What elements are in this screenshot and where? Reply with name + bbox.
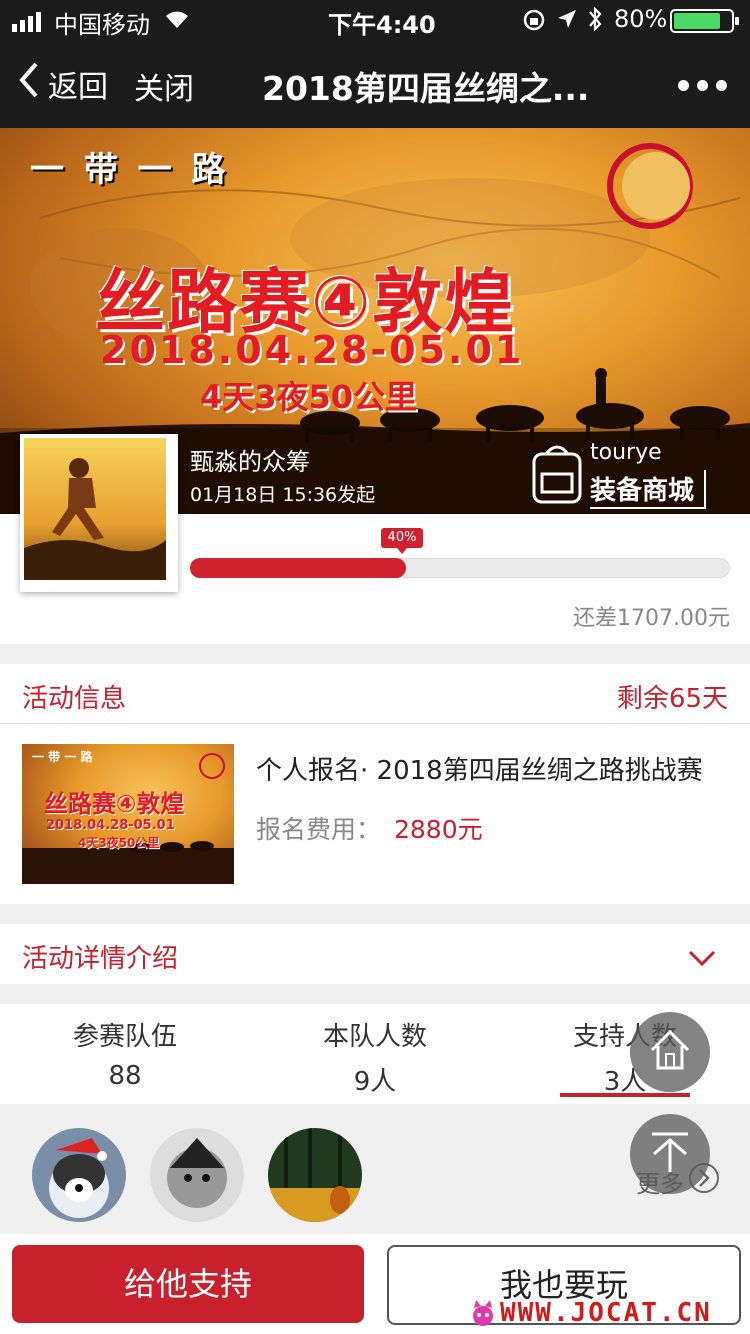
- stat-teams[interactable]: 参赛队伍 88: [0, 1016, 250, 1091]
- raiser-name: 甄淼的众筹: [190, 448, 310, 476]
- clock: 下午4:40: [328, 11, 436, 39]
- supporter-avatar[interactable]: [32, 1128, 126, 1222]
- equipment-shop-link[interactable]: tourye 装备商城: [528, 440, 732, 510]
- dot-icon: [678, 80, 689, 91]
- close-button[interactable]: 关闭: [134, 64, 194, 108]
- watermark-text: WWW.JOCAT.CN: [500, 1298, 712, 1328]
- back-button[interactable]: 返回: [18, 62, 108, 106]
- thumb-slogan: 一 带 一 路: [32, 750, 93, 764]
- backpack-icon: [528, 440, 586, 510]
- activity-details-toggle[interactable]: 活动详情介绍: [0, 924, 750, 984]
- raiser-avatar-frame: [20, 434, 178, 592]
- stat-supporters[interactable]: 支持人数 3人: [500, 1016, 750, 1098]
- fee-label: 报名费用：: [256, 815, 382, 844]
- activity-thumbnail: 一 带 一 路 丝路赛④敦煌 2018.04.28-05.01 4天3夜50公里: [22, 744, 234, 884]
- stat-label: 参赛队伍: [72, 1022, 177, 1052]
- shop-brand: tourye: [590, 440, 662, 465]
- details-title: 活动详情介绍: [22, 944, 179, 974]
- thumb-headline: 丝路赛④敦煌: [44, 790, 185, 818]
- arrow-up-icon: [648, 1130, 692, 1178]
- thumb-date: 2018.04.28-05.01: [46, 818, 175, 833]
- progress-percent-tag: 40%: [381, 528, 423, 554]
- more-menu-button[interactable]: [678, 80, 727, 91]
- stat-team-members[interactable]: 本队人数 9人: [250, 1016, 500, 1098]
- shop-label: 装备商城: [590, 470, 707, 509]
- days-left: 剩余65天: [616, 684, 728, 714]
- remaining-amount: 还差1707.00元: [573, 606, 730, 631]
- stat-label: 本队人数: [322, 1022, 427, 1052]
- banner-slogan: 一 带 一 路: [30, 150, 230, 190]
- page-title: 2018第四届丝绸之...: [262, 69, 590, 108]
- stat-value: 88: [108, 1061, 142, 1091]
- chevron-down-icon: [688, 950, 716, 972]
- status-bar: 中国移动 下午4:40 80%: [0, 0, 750, 40]
- scroll-top-button[interactable]: [630, 1114, 710, 1194]
- progress-fill: [190, 558, 406, 578]
- rotation-lock-icon: [522, 8, 546, 38]
- activity-title: 个人报名· 2018第四届丝绸之路挑战赛: [256, 756, 703, 786]
- thumb-duration: 4天3夜50公里: [78, 836, 160, 850]
- wifi-icon: [164, 8, 190, 36]
- home-button[interactable]: [630, 1012, 710, 1092]
- signal-icon: [12, 10, 48, 38]
- battery-icon: [670, 9, 742, 39]
- banner-date: 2018.04.28-05.01: [100, 328, 525, 372]
- location-icon: [556, 8, 578, 36]
- battery-percent: 80%: [614, 5, 668, 33]
- home-icon: [648, 1028, 692, 1076]
- banner-duration: 4天3夜50公里: [200, 378, 418, 416]
- stat-label: 支持人数: [572, 1022, 677, 1052]
- carrier-label: 中国移动: [54, 11, 150, 39]
- chevron-left-icon: [18, 62, 40, 106]
- support-button[interactable]: 给他支持: [12, 1245, 364, 1323]
- raiser-time: 01月18日 15:36发起: [190, 484, 376, 506]
- stat-value: 9人: [353, 1067, 397, 1097]
- nav-bar: 返回 关闭 2018第四届丝绸之...: [0, 40, 750, 128]
- cat-logo-icon: [470, 1300, 496, 1332]
- runner-photo: [24, 438, 166, 580]
- fee-value: 2880元: [394, 815, 483, 844]
- supporter-avatar[interactable]: [268, 1128, 362, 1222]
- supporter-avatar[interactable]: [150, 1128, 244, 1222]
- back-label: 返回: [48, 70, 108, 105]
- activity-info-header: 活动信息 剩余65天: [0, 664, 750, 724]
- active-tab-indicator: [560, 1093, 690, 1097]
- dot-icon: [697, 80, 708, 91]
- dot-icon: [716, 80, 727, 91]
- bluetooth-icon: [586, 6, 604, 38]
- activity-info-title: 活动信息: [22, 684, 127, 714]
